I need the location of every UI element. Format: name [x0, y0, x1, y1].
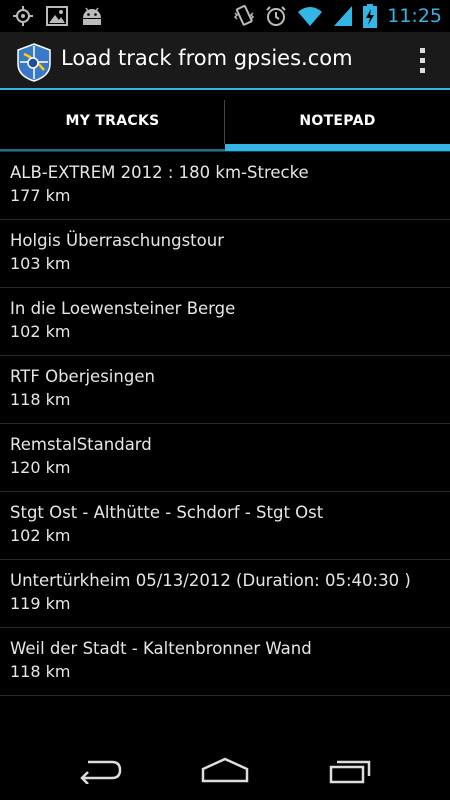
- track-name: Weil der Stadt - Kaltenbronner Wand: [10, 639, 312, 658]
- list-item[interactable]: Weil der Stadt - Kaltenbronner Wand 118 …: [0, 628, 450, 696]
- alarm-icon: [266, 6, 286, 26]
- home-icon[interactable]: [200, 756, 250, 784]
- list-item[interactable]: Holgis Überraschungstour 103 km: [0, 220, 450, 288]
- gpsies-app-icon[interactable]: [14, 42, 54, 82]
- list-item[interactable]: Stgt Ost - Althütte - Schdorf - Stgt Ost…: [0, 492, 450, 560]
- notification-icons: [12, 5, 104, 27]
- android-icon: [83, 7, 101, 25]
- track-distance: 102 km: [10, 526, 71, 545]
- action-bar: Load track from gpsies.com: [0, 32, 450, 90]
- tab-my-tracks[interactable]: MY TRACKS: [0, 90, 225, 151]
- list-item[interactable]: In die Loewensteiner Berge 102 km: [0, 288, 450, 356]
- signal-icon: [334, 6, 353, 26]
- list-item[interactable]: ALB-EXTREM 2012 : 180 km-Strecke 177 km: [0, 152, 450, 220]
- track-list: ALB-EXTREM 2012 : 180 km-Strecke 177 km …: [0, 152, 450, 696]
- page-title: Load track from gpsies.com: [61, 46, 353, 70]
- track-distance: 102 km: [10, 322, 71, 341]
- track-distance: 103 km: [10, 254, 71, 273]
- track-distance: 177 km: [10, 186, 71, 205]
- tab-label: NOTEPAD: [299, 112, 376, 129]
- tab-indicator-selected: [225, 144, 450, 151]
- list-item[interactable]: RemstalStandard 120 km: [0, 424, 450, 492]
- track-distance: 118 km: [10, 662, 71, 681]
- gps-icon: [13, 6, 33, 26]
- track-distance: 118 km: [10, 390, 71, 409]
- track-distance: 120 km: [10, 458, 71, 477]
- track-name: Stgt Ost - Althütte - Schdorf - Stgt Ost: [10, 503, 324, 522]
- track-distance: 119 km: [10, 594, 71, 613]
- tab-indicator: [0, 149, 225, 151]
- vibrate-icon: [234, 5, 255, 26]
- list-item[interactable]: RTF Oberjesingen 118 km: [0, 356, 450, 424]
- tab-label: MY TRACKS: [65, 112, 160, 129]
- back-icon[interactable]: [78, 756, 124, 784]
- track-name: RemstalStandard: [10, 435, 152, 454]
- track-name: Holgis Überraschungstour: [10, 231, 224, 250]
- image-icon: [46, 6, 68, 26]
- clock: 11:25: [387, 5, 442, 27]
- recent-apps-icon[interactable]: [328, 756, 374, 784]
- battery-charging-icon: [363, 4, 378, 28]
- track-name: RTF Oberjesingen: [10, 367, 155, 386]
- system-icons: 11:25: [233, 4, 442, 28]
- navigation-bar: [0, 740, 450, 800]
- track-name: Untertürkheim 05/13/2012 (Duration: 05:4…: [10, 571, 411, 590]
- track-name: ALB-EXTREM 2012 : 180 km-Strecke: [10, 163, 309, 182]
- status-bar: 11:25: [0, 0, 450, 32]
- list-item[interactable]: Untertürkheim 05/13/2012 (Duration: 05:4…: [0, 560, 450, 628]
- tab-bar: MY TRACKS NOTEPAD: [0, 90, 450, 152]
- tab-notepad[interactable]: NOTEPAD: [225, 90, 450, 151]
- wifi-icon: [298, 7, 323, 26]
- overflow-menu-icon[interactable]: [416, 48, 428, 76]
- track-name: In die Loewensteiner Berge: [10, 299, 236, 318]
